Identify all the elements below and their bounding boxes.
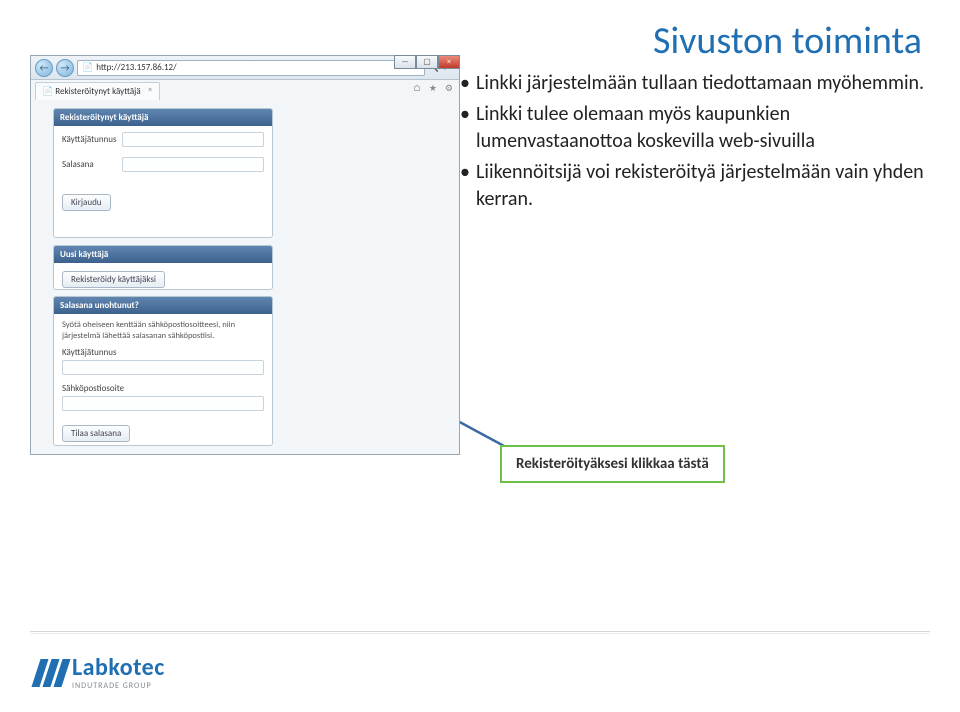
url-text: http://213.157.86.12/ (96, 61, 176, 75)
browser-tab[interactable]: 📄 Rekisteröitynyt käyttäjä × (35, 82, 160, 100)
window-controls: — ▢ × (394, 55, 460, 69)
forgot-panel-header: Salasana unohtunut? (54, 297, 272, 314)
login-button[interactable]: Kirjaudu (62, 194, 111, 211)
browser-client-area: 📄 Rekisteröitynyt käyttäjä × ⌂ ★ ⚙ Rekis… (31, 80, 459, 454)
bullet-text: Linkki järjestelmään tullaan tiedottamaa… (476, 70, 930, 97)
forward-button[interactable]: → (56, 59, 74, 77)
bullet-list: • Linkki järjestelmään tullaan tiedottam… (460, 70, 930, 217)
bullet-dot-icon: • (460, 70, 476, 97)
logo-bars-icon (31, 659, 70, 687)
page-icon: 📄 (82, 61, 93, 75)
footer-logo: Labkotec INDUTRADE GROUP (36, 656, 165, 690)
home-icon[interactable]: ⌂ (413, 83, 421, 94)
login-panel-header: Rekisteröitynyt käyttäjä (54, 109, 272, 126)
bullet-item: • Liikennöitsijä voi rekisteröityä järje… (460, 159, 930, 213)
bullet-item: • Linkki tulee olemaan myös kaupunkien l… (460, 101, 930, 155)
tab-favicon: 📄 (42, 86, 53, 97)
forgot-password-panel: Salasana unohtunut? Syötä oheiseen kentt… (53, 296, 273, 446)
newuser-panel: Uusi käyttäjä Rekisteröidy käyttäjäksi (53, 245, 273, 290)
back-button[interactable]: ← (35, 59, 53, 77)
close-window-button[interactable]: × (438, 55, 460, 69)
forgot-username-label: Käyttäjätunnus (62, 347, 264, 358)
minimize-button[interactable]: — (394, 55, 416, 69)
bullet-text: Linkki tulee olemaan myös kaupunkien lum… (476, 101, 930, 155)
slide-title: Sivuston toiminta (653, 18, 922, 64)
url-field[interactable]: 📄 http://213.157.86.12/ (77, 60, 425, 76)
username-label: Käyttäjätunnus (62, 134, 122, 145)
footer-divider (30, 631, 930, 634)
login-panel: Rekisteröitynyt käyttäjä Käyttäjätunnus … (53, 108, 273, 238)
password-label: Salasana (62, 159, 122, 170)
username-input[interactable] (122, 132, 264, 147)
forgot-email-label: Sähköpostiosoite (62, 383, 264, 394)
register-button[interactable]: Rekisteröidy käyttäjäksi (62, 271, 165, 288)
logo-name: Labkotec (72, 656, 165, 680)
bullet-text: Liikennöitsijä voi rekisteröityä järjest… (476, 159, 930, 213)
forgot-email-input[interactable] (62, 396, 264, 411)
forgot-help-text: Syötä oheiseen kenttään sähköpostiosoitt… (62, 320, 264, 341)
bullet-dot-icon: • (460, 159, 476, 213)
maximize-button[interactable]: ▢ (416, 55, 438, 69)
tab-title: Rekisteröitynyt käyttäjä (55, 86, 140, 97)
settings-icon[interactable]: ⚙ (445, 83, 453, 94)
register-callout: Rekisteröityäksesi klikkaa tästä (500, 445, 725, 483)
password-input[interactable] (122, 157, 264, 172)
forgot-username-input[interactable] (62, 360, 264, 375)
logo-subtitle: INDUTRADE GROUP (72, 682, 165, 690)
bullet-dot-icon: • (460, 101, 476, 155)
newuser-panel-header: Uusi käyttäjä (54, 246, 272, 263)
browser-toolbar-right: ⌂ ★ ⚙ (413, 83, 453, 94)
order-password-button[interactable]: Tilaa salasana (62, 425, 130, 442)
bullet-item: • Linkki järjestelmään tullaan tiedottam… (460, 70, 930, 97)
browser-window: — ▢ × ← → 📄 http://213.157.86.12/ 🔍 ↻ × … (30, 55, 460, 455)
tab-close-icon[interactable]: × (145, 85, 156, 96)
callout-text: Rekisteröityäksesi klikkaa tästä (516, 455, 709, 473)
favorites-icon[interactable]: ★ (429, 83, 437, 94)
